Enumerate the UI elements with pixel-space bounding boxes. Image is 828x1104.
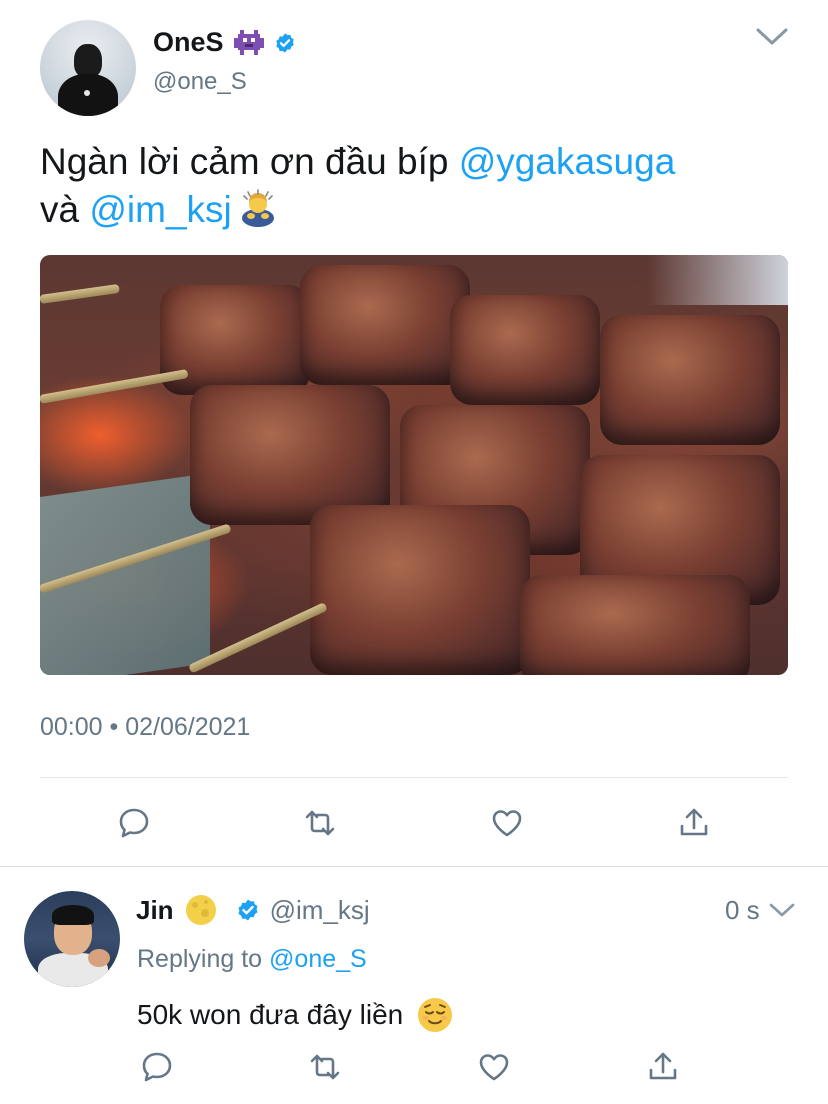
tweet-text-part: Ngàn lời cảm ơn đầu bíp (40, 141, 459, 182)
alien-monster-icon (233, 29, 264, 55)
relieved-face-icon (418, 998, 453, 1032)
tweet-text: Ngàn lời cảm ơn đầu bíp @ygakasuga và @im… (40, 138, 800, 234)
reply-button[interactable] (137, 1047, 177, 1087)
chevron-down-icon[interactable] (754, 24, 790, 48)
avatar[interactable] (24, 891, 120, 987)
retweet-icon (305, 810, 335, 836)
heart-icon (492, 810, 522, 837)
reply-timestamp: 0 s (725, 895, 760, 925)
avatar-hair (52, 905, 94, 925)
meat-chunk (300, 265, 470, 385)
share-button[interactable] (643, 1047, 683, 1087)
full-moon-icon (185, 895, 216, 925)
meat-chunk (190, 385, 390, 525)
like-button[interactable] (487, 803, 527, 843)
photo-ash-region (40, 473, 210, 675)
replying-prefix: Replying to (137, 945, 270, 973)
meat-chunk (520, 575, 750, 675)
reply-icon (119, 808, 149, 838)
reply-header: Jin @im_ksj (136, 893, 370, 927)
tweet-photo[interactable] (40, 255, 788, 675)
reply-text-body: 50k won đưa đây liền (137, 999, 404, 1030)
avatar[interactable] (40, 20, 136, 116)
divider (40, 777, 788, 778)
avatar-head (74, 44, 102, 78)
chevron-down-icon[interactable] (768, 901, 796, 919)
meat-chunk (450, 295, 600, 405)
meat-chunk (600, 315, 780, 445)
avatar-hand (88, 949, 110, 967)
mention-link[interactable]: @one_S (269, 945, 367, 973)
verified-badge-icon (275, 32, 294, 53)
avatar-logo (84, 90, 90, 96)
mention-link[interactable]: @im_ksj (89, 189, 231, 230)
retweet-icon (310, 1054, 340, 1080)
verified-badge-icon (238, 899, 258, 921)
photo-ash-region (648, 255, 788, 305)
heart-icon (479, 1054, 509, 1081)
share-icon (680, 808, 708, 836)
reply-icon (142, 1052, 172, 1082)
author-handle[interactable]: @one_S (153, 68, 247, 96)
main-tweet: OneS @one_S Ngàn lời cảm ơn đầu bíp @yga… (0, 0, 828, 866)
meat-chunk (310, 505, 530, 675)
display-name[interactable]: OneS (153, 27, 224, 58)
replying-to-line: Replying to @one_S (137, 945, 367, 974)
display-name[interactable]: Jin (136, 895, 174, 926)
reply-tweet[interactable]: Jin @im_ksj 0 s Replying to @one_S 50k w… (0, 867, 828, 1104)
author-handle[interactable]: @im_ksj (270, 895, 370, 926)
share-icon (649, 1052, 677, 1080)
tweet-timestamp[interactable]: 00:00 • 02/06/2021 (40, 713, 250, 742)
like-button[interactable] (474, 1047, 514, 1087)
retweet-button[interactable] (305, 1047, 345, 1087)
tweet-text-part: và (40, 189, 90, 230)
retweet-button[interactable] (300, 803, 340, 843)
skewer-stick (40, 283, 120, 304)
share-button[interactable] (674, 803, 714, 843)
person-bowing-icon (241, 189, 274, 227)
mention-link[interactable]: @ygakasuga (459, 141, 676, 182)
author-name-row[interactable]: OneS (153, 27, 296, 58)
reply-button[interactable] (114, 803, 154, 843)
reply-text: 50k won đưa đây liền (137, 995, 455, 1035)
